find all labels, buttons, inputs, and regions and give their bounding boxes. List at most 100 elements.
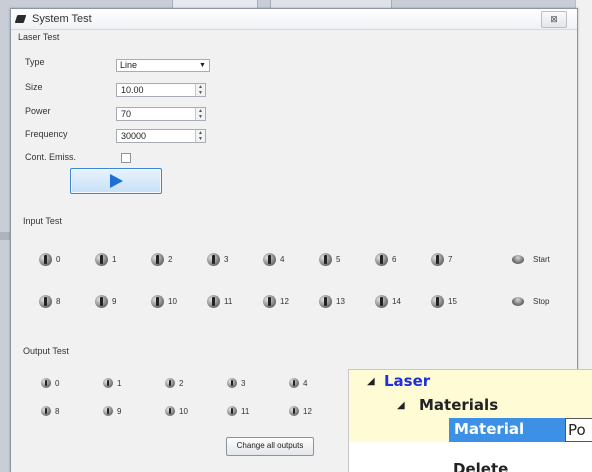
tree-row-partial[interactable]: Delete (349, 442, 592, 472)
toggle-led-icon (263, 294, 276, 308)
play-icon (109, 174, 123, 188)
size-spinner-arrows-icon[interactable]: ▲ ▼ (195, 84, 205, 96)
output-led-label: 9 (117, 406, 122, 416)
input-led[interactable]: 0 (39, 252, 97, 266)
input-led[interactable]: 13 (319, 294, 377, 308)
power-input[interactable]: 70 ▲ ▼ (116, 107, 206, 121)
start-label: Start (533, 255, 550, 264)
material-selected-cell[interactable]: Material (449, 418, 565, 442)
toggle-led-icon (95, 252, 108, 266)
output-led[interactable]: 2 (165, 376, 223, 390)
input-led[interactable]: 9 (95, 294, 153, 308)
tree-item-materials: Materials (419, 396, 499, 414)
input-led[interactable]: 15 (431, 294, 489, 308)
toggle-led-icon (319, 252, 332, 266)
stop-label: Stop (533, 297, 550, 306)
input-led-label: 6 (392, 254, 397, 264)
output-led-label: 10 (179, 406, 188, 416)
size-input[interactable]: 10.00 ▲ ▼ (116, 83, 206, 97)
output-led[interactable]: 4 (289, 376, 347, 390)
input-led-label: 12 (280, 296, 289, 306)
input-led-label: 15 (448, 296, 457, 306)
output-led-label: 2 (179, 378, 184, 388)
output-led[interactable]: 8 (41, 404, 99, 418)
output-led[interactable]: 9 (103, 404, 161, 418)
toggle-led-icon (165, 378, 175, 388)
input-led-label: 2 (168, 254, 173, 264)
expand-triangle-icon[interactable]: ◢ (367, 376, 375, 387)
input-led[interactable]: 6 (375, 252, 433, 266)
input-led-label: 8 (56, 296, 61, 306)
input-led[interactable]: 14 (375, 294, 433, 308)
output-test-label: Output Test (23, 346, 69, 356)
cont-emiss-checkbox[interactable] (121, 153, 131, 163)
output-led-label: 12 (303, 406, 312, 416)
output-led-label: 1 (117, 378, 122, 388)
input-led-label: 13 (336, 296, 345, 306)
output-led-label: 4 (303, 378, 308, 388)
input-led-label: 7 (448, 254, 453, 264)
type-label: Type (25, 57, 45, 67)
change-all-outputs-button[interactable]: Change all outputs (226, 437, 314, 456)
input-led-label: 11 (224, 296, 233, 306)
output-led[interactable]: 1 (103, 376, 161, 390)
frequency-spinner-arrows-icon[interactable]: ▲ ▼ (195, 130, 205, 142)
stop-button[interactable]: Stop (512, 297, 549, 306)
toggle-led-icon (151, 294, 164, 308)
toggle-led-icon (319, 294, 332, 308)
toggle-led-icon (39, 294, 52, 308)
input-led-label: 0 (56, 254, 61, 264)
input-led[interactable]: 5 (319, 252, 377, 266)
frequency-value: 30000 (121, 131, 147, 141)
tree-row-laser[interactable]: ◢ Laser (349, 370, 592, 394)
toggle-led-icon (375, 294, 388, 308)
tree-item-material: Material (454, 420, 525, 438)
output-led[interactable]: 10 (165, 404, 223, 418)
input-led[interactable]: 1 (95, 252, 153, 266)
round-push-icon (512, 255, 524, 264)
toggle-led-icon (103, 378, 113, 388)
frequency-input[interactable]: 30000 ▲ ▼ (116, 129, 206, 143)
input-led-label: 5 (336, 254, 341, 264)
laser-test-label: Laser Test (18, 32, 60, 42)
toggle-led-icon (375, 252, 388, 266)
input-led[interactable]: 4 (263, 252, 321, 266)
toggle-led-icon (103, 406, 113, 416)
app-icon (15, 13, 27, 25)
input-led[interactable]: 3 (207, 252, 265, 266)
output-led[interactable]: 3 (227, 376, 285, 390)
toggle-led-icon (431, 252, 444, 266)
output-led[interactable]: 11 (227, 404, 285, 418)
input-led[interactable]: 7 (431, 252, 489, 266)
input-led[interactable]: 12 (263, 294, 321, 308)
play-button[interactable] (70, 168, 162, 194)
close-button[interactable]: ⊠ (541, 10, 567, 28)
frequency-label: Frequency (25, 129, 68, 139)
input-led[interactable]: 10 (151, 294, 209, 308)
output-led[interactable]: 0 (41, 376, 99, 390)
toggle-led-icon (207, 294, 220, 308)
input-led-label: 10 (168, 296, 177, 306)
expand-triangle-icon[interactable]: ◢ (397, 400, 405, 411)
type-select-value: Line (120, 60, 138, 70)
toggle-led-icon (289, 406, 299, 416)
round-push-icon (512, 297, 524, 306)
tree-item-partial: Delete (453, 460, 509, 472)
power-spinner-arrows-icon[interactable]: ▲ ▼ (195, 108, 205, 120)
input-test-label: Input Test (23, 216, 62, 226)
input-led[interactable]: 2 (151, 252, 209, 266)
toggle-led-icon (263, 252, 276, 266)
start-button[interactable]: Start (512, 255, 550, 264)
toggle-led-icon (289, 378, 299, 388)
tree-row-materials[interactable]: ◢ Materials (349, 394, 592, 418)
output-led-label: 0 (55, 378, 60, 388)
input-led[interactable]: 8 (39, 294, 97, 308)
input-led-label: 9 (112, 296, 117, 306)
toggle-led-icon (39, 252, 52, 266)
output-led[interactable]: 12 (289, 404, 347, 418)
toggle-led-icon (165, 406, 175, 416)
material-value-input[interactable]: Po (565, 418, 592, 442)
tree-row-material[interactable]: Material Po (349, 418, 592, 442)
input-led[interactable]: 11 (207, 294, 265, 308)
type-select[interactable]: Line ▼ (116, 59, 210, 72)
